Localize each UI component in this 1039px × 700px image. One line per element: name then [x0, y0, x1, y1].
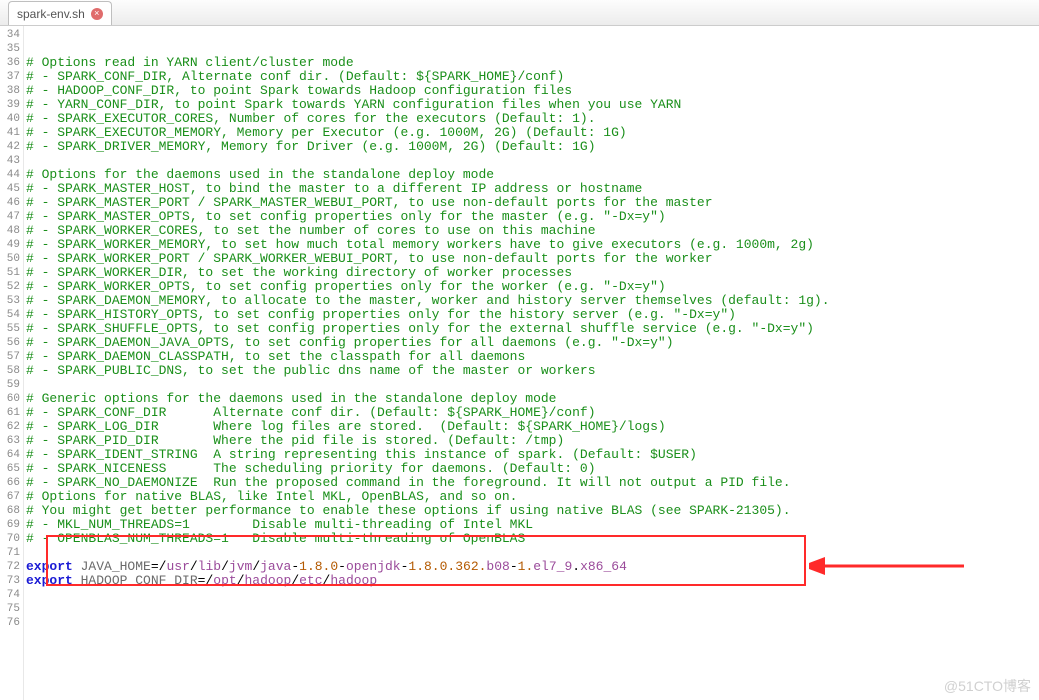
code-line: # - MKL_NUM_THREADS=1 Disable multi-thre… [24, 518, 1039, 532]
line-number: 71 [0, 546, 23, 560]
line-number: 69 [0, 518, 23, 532]
code-line [24, 378, 1039, 392]
code-line [24, 588, 1039, 602]
line-number: 50 [0, 252, 23, 266]
line-number: 72 [0, 560, 23, 574]
line-number: 42 [0, 140, 23, 154]
line-number: 58 [0, 364, 23, 378]
code-line: # - SPARK_EXECUTOR_CORES, Number of core… [24, 112, 1039, 126]
code-line [24, 616, 1039, 630]
line-number: 56 [0, 336, 23, 350]
line-number: 34 [0, 28, 23, 42]
code-line: # - SPARK_MASTER_HOST, to bind the maste… [24, 182, 1039, 196]
line-number: 52 [0, 280, 23, 294]
line-number: 38 [0, 84, 23, 98]
line-number: 61 [0, 406, 23, 420]
line-number: 49 [0, 238, 23, 252]
code-line: # - SPARK_WORKER_PORT / SPARK_WORKER_WEB… [24, 252, 1039, 266]
code-line: # - SPARK_DRIVER_MEMORY, Memory for Driv… [24, 140, 1039, 154]
line-number: 65 [0, 462, 23, 476]
line-number: 46 [0, 196, 23, 210]
code-line: # - SPARK_DAEMON_CLASSPATH, to set the c… [24, 350, 1039, 364]
code-line: # - SPARK_MASTER_PORT / SPARK_MASTER_WEB… [24, 196, 1039, 210]
close-icon[interactable]: × [91, 8, 103, 20]
code-line: # - SPARK_NO_DAEMONIZE Run the proposed … [24, 476, 1039, 490]
code-line: # - SPARK_NICENESS The scheduling priori… [24, 462, 1039, 476]
code-line: # - SPARK_CONF_DIR, Alternate conf dir. … [24, 70, 1039, 84]
line-number: 35 [0, 42, 23, 56]
line-number: 57 [0, 350, 23, 364]
line-number: 47 [0, 210, 23, 224]
watermark: @51CTO博客 [944, 676, 1031, 696]
code-line: # - SPARK_LOG_DIR Where log files are st… [24, 420, 1039, 434]
line-number: 39 [0, 98, 23, 112]
line-number: 66 [0, 476, 23, 490]
line-number: 63 [0, 434, 23, 448]
code-line: export JAVA_HOME=/usr/lib/jvm/java-1.8.0… [24, 560, 1039, 574]
code-line [24, 546, 1039, 560]
line-number: 60 [0, 392, 23, 406]
code-line [24, 154, 1039, 168]
code-line: # - SPARK_WORKER_DIR, to set the working… [24, 266, 1039, 280]
line-number: 37 [0, 70, 23, 84]
code-content[interactable]: # Options read in YARN client/cluster mo… [24, 26, 1039, 700]
line-number: 40 [0, 112, 23, 126]
code-line: # You might get better performance to en… [24, 504, 1039, 518]
code-line: # - SPARK_PUBLIC_DNS, to set the public … [24, 364, 1039, 378]
line-number: 59 [0, 378, 23, 392]
line-number: 41 [0, 126, 23, 140]
line-number: 43 [0, 154, 23, 168]
code-line: # - SPARK_WORKER_OPTS, to set config pro… [24, 280, 1039, 294]
editor-area[interactable]: 3435363738394041424344454647484950515253… [0, 26, 1039, 700]
line-number: 67 [0, 490, 23, 504]
code-line: # - SPARK_IDENT_STRING A string represen… [24, 448, 1039, 462]
code-line: # - SPARK_SHUFFLE_OPTS, to set config pr… [24, 322, 1039, 336]
code-line [24, 644, 1039, 658]
code-line: # - YARN_CONF_DIR, to point Spark toward… [24, 98, 1039, 112]
code-line: # Options for the daemons used in the st… [24, 168, 1039, 182]
code-line: # - SPARK_WORKER_CORES, to set the numbe… [24, 224, 1039, 238]
code-line: # - SPARK_DAEMON_MEMORY, to allocate to … [24, 294, 1039, 308]
line-number: 53 [0, 294, 23, 308]
code-line [24, 602, 1039, 616]
code-line: export HADOOP_CONF_DIR=/opt/hadoop/etc/h… [24, 574, 1039, 588]
line-number: 48 [0, 224, 23, 238]
line-number: 36 [0, 56, 23, 70]
code-line: # - HADOOP_CONF_DIR, to point Spark towa… [24, 84, 1039, 98]
code-line: # - SPARK_HISTORY_OPTS, to set config pr… [24, 308, 1039, 322]
code-line: # - SPARK_DAEMON_JAVA_OPTS, to set confi… [24, 336, 1039, 350]
code-line: # - SPARK_WORKER_MEMORY, to set how much… [24, 238, 1039, 252]
code-line [24, 630, 1039, 644]
line-number: 44 [0, 168, 23, 182]
file-tab[interactable]: spark-env.sh × [8, 1, 112, 25]
line-number: 74 [0, 588, 23, 602]
line-number: 68 [0, 504, 23, 518]
code-line: # Options for native BLAS, like Intel MK… [24, 490, 1039, 504]
line-number: 55 [0, 322, 23, 336]
line-number: 70 [0, 532, 23, 546]
code-line: # Generic options for the daemons used i… [24, 392, 1039, 406]
code-line: # Options read in YARN client/cluster mo… [24, 56, 1039, 70]
line-number: 51 [0, 266, 23, 280]
code-line: # - SPARK_EXECUTOR_MEMORY, Memory per Ex… [24, 126, 1039, 140]
line-number: 75 [0, 602, 23, 616]
line-number: 45 [0, 182, 23, 196]
line-number: 62 [0, 420, 23, 434]
code-line: # - OPENBLAS_NUM_THREADS=1 Disable multi… [24, 532, 1039, 546]
tab-bar: spark-env.sh × [0, 0, 1039, 26]
code-line: # - SPARK_PID_DIR Where the pid file is … [24, 434, 1039, 448]
line-number-gutter: 3435363738394041424344454647484950515253… [0, 26, 24, 700]
code-line: # - SPARK_CONF_DIR Alternate conf dir. (… [24, 406, 1039, 420]
line-number: 76 [0, 616, 23, 630]
line-number: 73 [0, 574, 23, 588]
line-number: 54 [0, 308, 23, 322]
tab-filename: spark-env.sh [17, 7, 85, 21]
code-line: # - SPARK_MASTER_OPTS, to set config pro… [24, 210, 1039, 224]
line-number: 64 [0, 448, 23, 462]
